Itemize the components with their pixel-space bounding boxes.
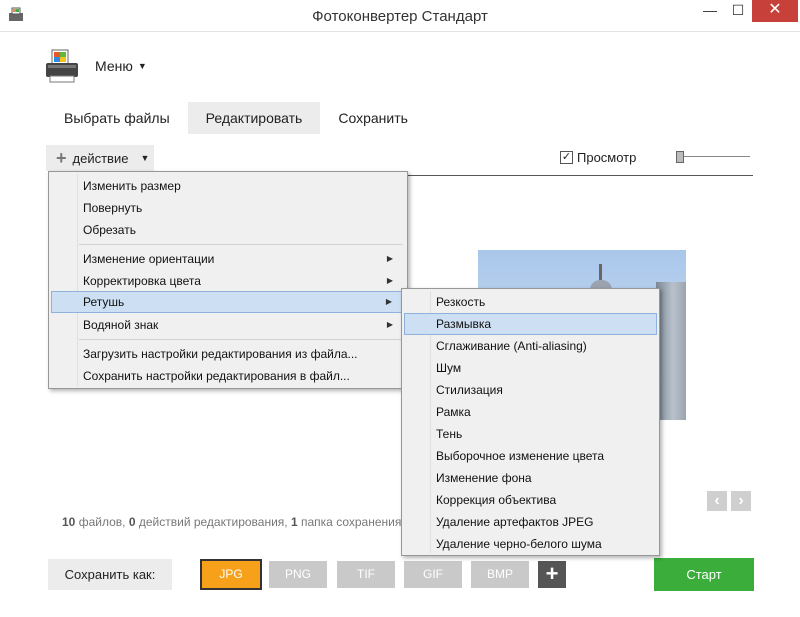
menu-item-jpeg-artifacts[interactable]: Удаление артефактов JPEG xyxy=(404,511,657,533)
zoom-slider-track[interactable] xyxy=(680,156,750,157)
next-image-button[interactable]: › xyxy=(731,491,751,511)
menu-item-label: Сохранить настройки редактирования в фай… xyxy=(83,369,350,383)
preview-toggle[interactable]: ✓ Просмотр xyxy=(560,150,636,165)
folders-count: 1 xyxy=(290,515,298,529)
chevron-right-icon: ▶ xyxy=(385,297,392,306)
menu-item-rotate[interactable]: Повернуть xyxy=(51,197,405,219)
files-text: файлов, xyxy=(78,515,126,529)
add-format-button[interactable]: + xyxy=(538,561,566,588)
menu-item-load-settings[interactable]: Загрузить настройки редактирования из фа… xyxy=(51,343,405,365)
menu-item-label: Изменить размер xyxy=(83,179,181,193)
close-button[interactable]: ✕ xyxy=(752,0,798,22)
menu-item-label: Ретушь xyxy=(83,295,125,309)
chevron-down-icon: ▼ xyxy=(137,61,147,71)
actions-text: действий редактирования, xyxy=(138,515,288,529)
menu-item-anti-aliasing[interactable]: Сглаживание (Anti-aliasing) xyxy=(404,335,657,357)
title-bar: Фотоконвертер Стандарт — ☐ ✕ xyxy=(0,0,800,32)
main-tabs: Выбрать файлы Редактировать Сохранить xyxy=(46,102,426,134)
zoom-slider-thumb[interactable] xyxy=(676,151,684,163)
menu-item-stylization[interactable]: Стилизация xyxy=(404,379,657,401)
printer-icon xyxy=(46,49,78,83)
menu-item-selective-color[interactable]: Выборочное изменение цвета xyxy=(404,445,657,467)
save-as-label: Сохранить как: xyxy=(48,559,172,590)
maximize-button[interactable]: ☐ xyxy=(724,0,752,22)
action-label: действие xyxy=(72,150,129,166)
minimize-button[interactable]: — xyxy=(696,0,724,22)
window-title: Фотоконвертер Стандарт xyxy=(312,8,488,25)
menu-separator xyxy=(79,244,403,245)
format-gif-button[interactable]: GIF xyxy=(404,561,462,588)
menu-item-color-correction[interactable]: Корректировка цвета ▶ xyxy=(51,270,405,292)
menu-item-resize[interactable]: Изменить размер xyxy=(51,175,405,197)
add-action-button[interactable]: + действие ▼ xyxy=(46,145,154,171)
format-jpg-button[interactable]: JPG xyxy=(200,559,262,590)
preview-checkbox[interactable]: ✓ xyxy=(560,151,573,164)
menu-item-background[interactable]: Изменение фона xyxy=(404,467,657,489)
format-bmp-button[interactable]: BMP xyxy=(471,561,529,588)
menu-separator xyxy=(79,339,403,340)
preview-label: Просмотр xyxy=(577,150,637,165)
format-tif-button[interactable]: TIF xyxy=(337,561,395,588)
menu-item-label: Загрузить настройки редактирования из фа… xyxy=(83,347,358,361)
previous-image-button[interactable]: ‹ xyxy=(707,491,727,511)
chevron-right-icon: ▶ xyxy=(386,254,393,263)
menu-item-sharpness[interactable]: Резкость xyxy=(404,291,657,313)
menu-item-shadow[interactable]: Тень xyxy=(404,423,657,445)
chevron-down-icon: ▼ xyxy=(140,153,150,163)
image-tower xyxy=(656,282,686,420)
menu-item-label: Корректировка цвета xyxy=(83,274,201,288)
menu-item-noise[interactable]: Шум xyxy=(404,357,657,379)
folders-text: папка сохранения xyxy=(301,515,402,529)
menu-item-label: Обрезать xyxy=(83,223,136,237)
files-count: 10 xyxy=(62,515,76,529)
menu-item-lens-correction[interactable]: Коррекция объектива xyxy=(404,489,657,511)
start-button[interactable]: Старт xyxy=(654,558,754,591)
menu-item-retouch[interactable]: Ретушь ▶ xyxy=(51,291,405,313)
menu-item-save-settings[interactable]: Сохранить настройки редактирования в фай… xyxy=(51,365,405,387)
menu-item-orientation[interactable]: Изменение ориентации ▶ xyxy=(51,248,405,270)
retouch-submenu: Резкость Размывка Сглаживание (Anti-alia… xyxy=(401,288,660,556)
chevron-right-icon: ▶ xyxy=(386,276,393,285)
menu-label: Меню xyxy=(95,58,133,74)
format-png-button[interactable]: PNG xyxy=(269,561,327,588)
menu-item-frame[interactable]: Рамка xyxy=(404,401,657,423)
chevron-right-icon: ▶ xyxy=(386,320,393,329)
divider xyxy=(403,175,753,176)
tab-select-files[interactable]: Выбрать файлы xyxy=(46,102,188,134)
menu-item-label: Водяной знак xyxy=(83,318,159,332)
menu-item-label: Повернуть xyxy=(83,201,143,215)
menu-item-label: Изменение ориентации xyxy=(83,252,215,266)
action-menu: Изменить размер Повернуть Обрезать Измен… xyxy=(48,171,408,389)
menu-item-blur[interactable]: Размывка xyxy=(404,313,657,335)
menu-item-bw-noise[interactable]: Удаление черно-белого шума xyxy=(404,533,657,555)
tab-edit[interactable]: Редактировать xyxy=(187,102,321,134)
main-menu-button[interactable]: Меню ▼ xyxy=(44,46,147,86)
actions-count: 0 xyxy=(128,515,136,529)
menu-item-crop[interactable]: Обрезать xyxy=(51,219,405,241)
plus-icon: + xyxy=(56,148,67,168)
tab-save[interactable]: Сохранить xyxy=(320,102,426,134)
status-line: 10 файлов, 0 действий редактирования, 1 … xyxy=(62,515,401,529)
menu-item-watermark[interactable]: Водяной знак ▶ xyxy=(51,314,405,336)
